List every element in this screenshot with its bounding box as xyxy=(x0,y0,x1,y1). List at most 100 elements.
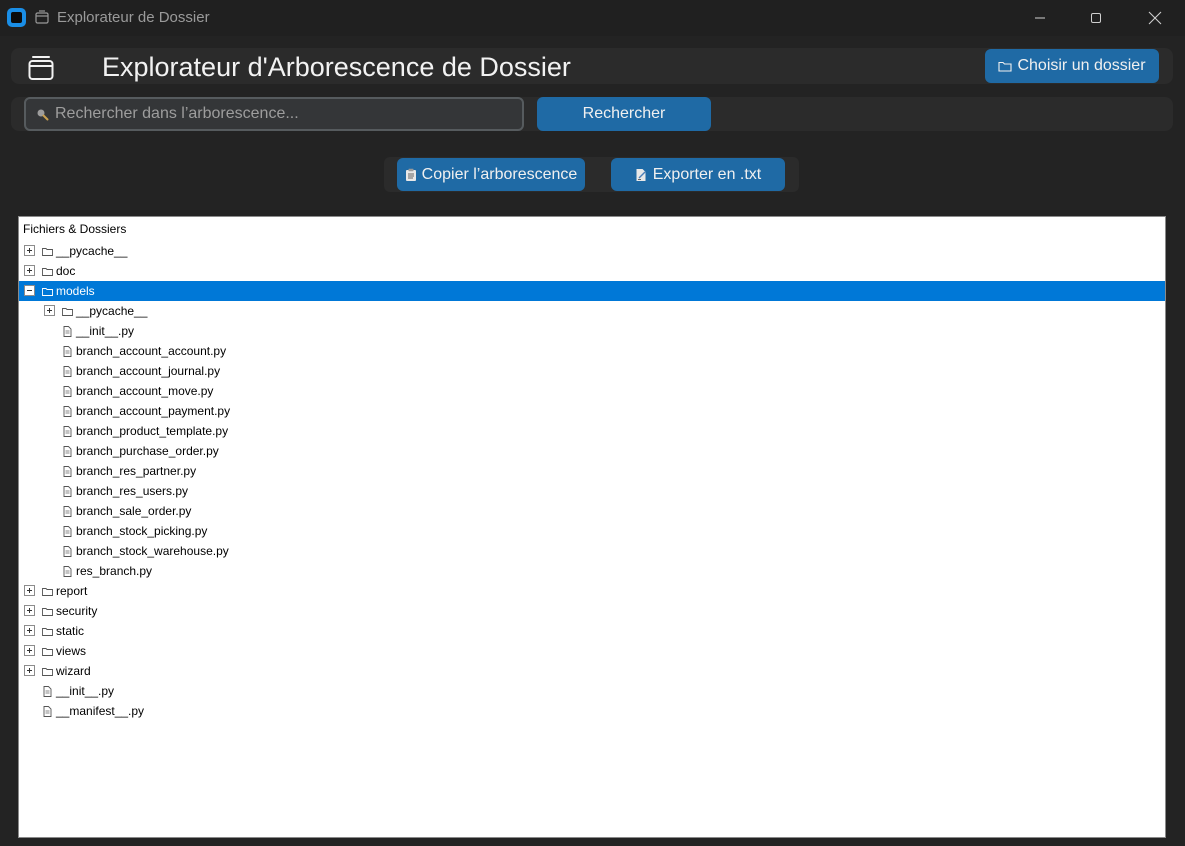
tree-file-row[interactable]: branch_res_partner.py xyxy=(19,461,1165,481)
tree-item-label: __pycache__ xyxy=(56,244,128,258)
tree-folder-row[interactable]: __pycache__ xyxy=(19,241,1165,261)
tree-item-label: branch_account_account.py xyxy=(76,344,227,358)
search-button-label: Rechercher xyxy=(582,105,666,122)
window-title: Explorateur de Dossier xyxy=(57,9,210,26)
expand-icon[interactable] xyxy=(44,305,55,316)
tree-item-label: security xyxy=(56,604,98,618)
tree-item-label: branch_res_users.py xyxy=(76,484,189,498)
expand-icon[interactable] xyxy=(24,265,35,276)
title-bar: Explorateur de Dossier xyxy=(0,0,1185,36)
file-icon xyxy=(62,546,73,557)
file-tree[interactable]: Fichiers & Dossiers __pycache__ doc models… xyxy=(18,216,1166,838)
minimize-button[interactable] xyxy=(1010,0,1070,36)
tree-file-row[interactable]: __manifest__.py xyxy=(19,701,1165,721)
file-icon xyxy=(62,486,73,497)
tree-folder-row[interactable]: report xyxy=(19,581,1165,601)
folder-header-icon xyxy=(28,56,54,80)
tree-folder-row[interactable]: models xyxy=(19,281,1165,301)
page-title: Explorateur d'Arborescence de Dossier xyxy=(102,52,571,82)
tree-file-row[interactable]: branch_account_move.py xyxy=(19,381,1165,401)
folder-icon xyxy=(42,646,53,657)
expand-icon[interactable] xyxy=(24,625,35,636)
tree-item-label: __pycache__ xyxy=(76,304,148,318)
folder-icon xyxy=(42,246,53,257)
tree-item-label: branch_sale_order.py xyxy=(76,504,192,518)
choose-folder-button[interactable]: Choisir un dossier xyxy=(985,49,1159,83)
tree-folder-row[interactable]: doc xyxy=(19,261,1165,281)
file-icon xyxy=(62,326,73,337)
tree-item-label: static xyxy=(56,624,85,638)
tree-file-row[interactable]: branch_account_account.py xyxy=(19,341,1165,361)
file-icon xyxy=(62,406,73,417)
tree-file-row[interactable]: res_branch.py xyxy=(19,561,1165,581)
folder-icon xyxy=(42,286,53,297)
tree-item-label: branch_account_journal.py xyxy=(76,364,221,378)
tree-folder-row[interactable]: __pycache__ xyxy=(19,301,1165,321)
export-file-icon xyxy=(636,168,646,181)
expand-icon[interactable] xyxy=(24,645,35,656)
folder-icon xyxy=(62,306,73,317)
tree-item-label: branch_stock_warehouse.py xyxy=(76,544,229,558)
search-input[interactable]: Rechercher dans l’arborescence... xyxy=(24,97,524,131)
folder-window-icon xyxy=(35,10,49,24)
tree-file-row[interactable]: branch_stock_warehouse.py xyxy=(19,541,1165,561)
tree-file-row[interactable]: branch_product_template.py xyxy=(19,421,1165,441)
tree-item-label: branch_purchase_order.py xyxy=(76,444,219,458)
tree-file-row[interactable]: branch_account_journal.py xyxy=(19,361,1165,381)
search-button[interactable]: Rechercher xyxy=(537,97,711,131)
tree-folder-row[interactable]: security xyxy=(19,601,1165,621)
tree-item-label: report xyxy=(56,584,88,598)
magnifier-icon xyxy=(37,109,49,120)
copy-tree-button[interactable]: Copier l’arborescence xyxy=(397,158,585,191)
folder-icon xyxy=(42,266,53,277)
app-icon xyxy=(7,8,26,27)
folder-icon xyxy=(42,606,53,617)
tree-item-label: __manifest__.py xyxy=(56,704,145,718)
choose-folder-label: Choisir un dossier xyxy=(1017,57,1146,74)
tree-folder-row[interactable]: wizard xyxy=(19,661,1165,681)
expand-icon[interactable] xyxy=(24,665,35,676)
tree-item-label: __init__.py xyxy=(56,684,115,698)
file-icon xyxy=(62,386,73,397)
folder-icon xyxy=(998,61,1013,72)
tree-item-label: wizard xyxy=(56,664,91,678)
tree-file-row[interactable]: branch_res_users.py xyxy=(19,481,1165,501)
close-icon xyxy=(1148,11,1162,25)
tree-file-row[interactable]: branch_stock_picking.py xyxy=(19,521,1165,541)
tree-item-label: models xyxy=(56,284,95,298)
search-placeholder: Rechercher dans l’arborescence... xyxy=(55,105,299,122)
tree-file-row[interactable]: branch_sale_order.py xyxy=(19,501,1165,521)
close-button[interactable] xyxy=(1125,0,1185,36)
tree-file-row[interactable]: __init__.py xyxy=(19,321,1165,341)
file-icon xyxy=(62,346,73,357)
file-icon xyxy=(62,446,73,457)
copy-tree-label: Copier l’arborescence xyxy=(421,165,578,183)
file-icon xyxy=(62,506,73,517)
export-txt-label: Exporter en .txt xyxy=(652,165,762,183)
tree-item-label: branch_product_template.py xyxy=(76,424,229,438)
tree-item-label: branch_stock_picking.py xyxy=(76,524,208,538)
minimize-icon xyxy=(1035,17,1045,19)
tree-file-row[interactable]: __init__.py xyxy=(19,681,1165,701)
tree-file-row[interactable]: branch_account_payment.py xyxy=(19,401,1165,421)
file-icon xyxy=(62,526,73,537)
tree-item-label: branch_account_move.py xyxy=(76,384,214,398)
clipboard-icon xyxy=(405,168,416,181)
maximize-button[interactable] xyxy=(1066,0,1126,36)
file-icon xyxy=(62,366,73,377)
folder-icon xyxy=(42,586,53,597)
folder-icon xyxy=(42,666,53,677)
expand-icon[interactable] xyxy=(24,585,35,596)
file-icon xyxy=(42,686,53,697)
tree-folder-row[interactable]: views xyxy=(19,641,1165,661)
export-txt-button[interactable]: Exporter en .txt xyxy=(611,158,785,191)
tree-file-row[interactable]: branch_purchase_order.py xyxy=(19,441,1165,461)
tree-heading: Fichiers & Dossiers xyxy=(23,222,127,236)
maximize-icon xyxy=(1091,13,1101,23)
tree-item-label: views xyxy=(56,644,87,658)
collapse-icon[interactable] xyxy=(24,285,35,296)
expand-icon[interactable] xyxy=(24,245,35,256)
tree-item-label: doc xyxy=(56,264,76,278)
tree-folder-row[interactable]: static xyxy=(19,621,1165,641)
expand-icon[interactable] xyxy=(24,605,35,616)
